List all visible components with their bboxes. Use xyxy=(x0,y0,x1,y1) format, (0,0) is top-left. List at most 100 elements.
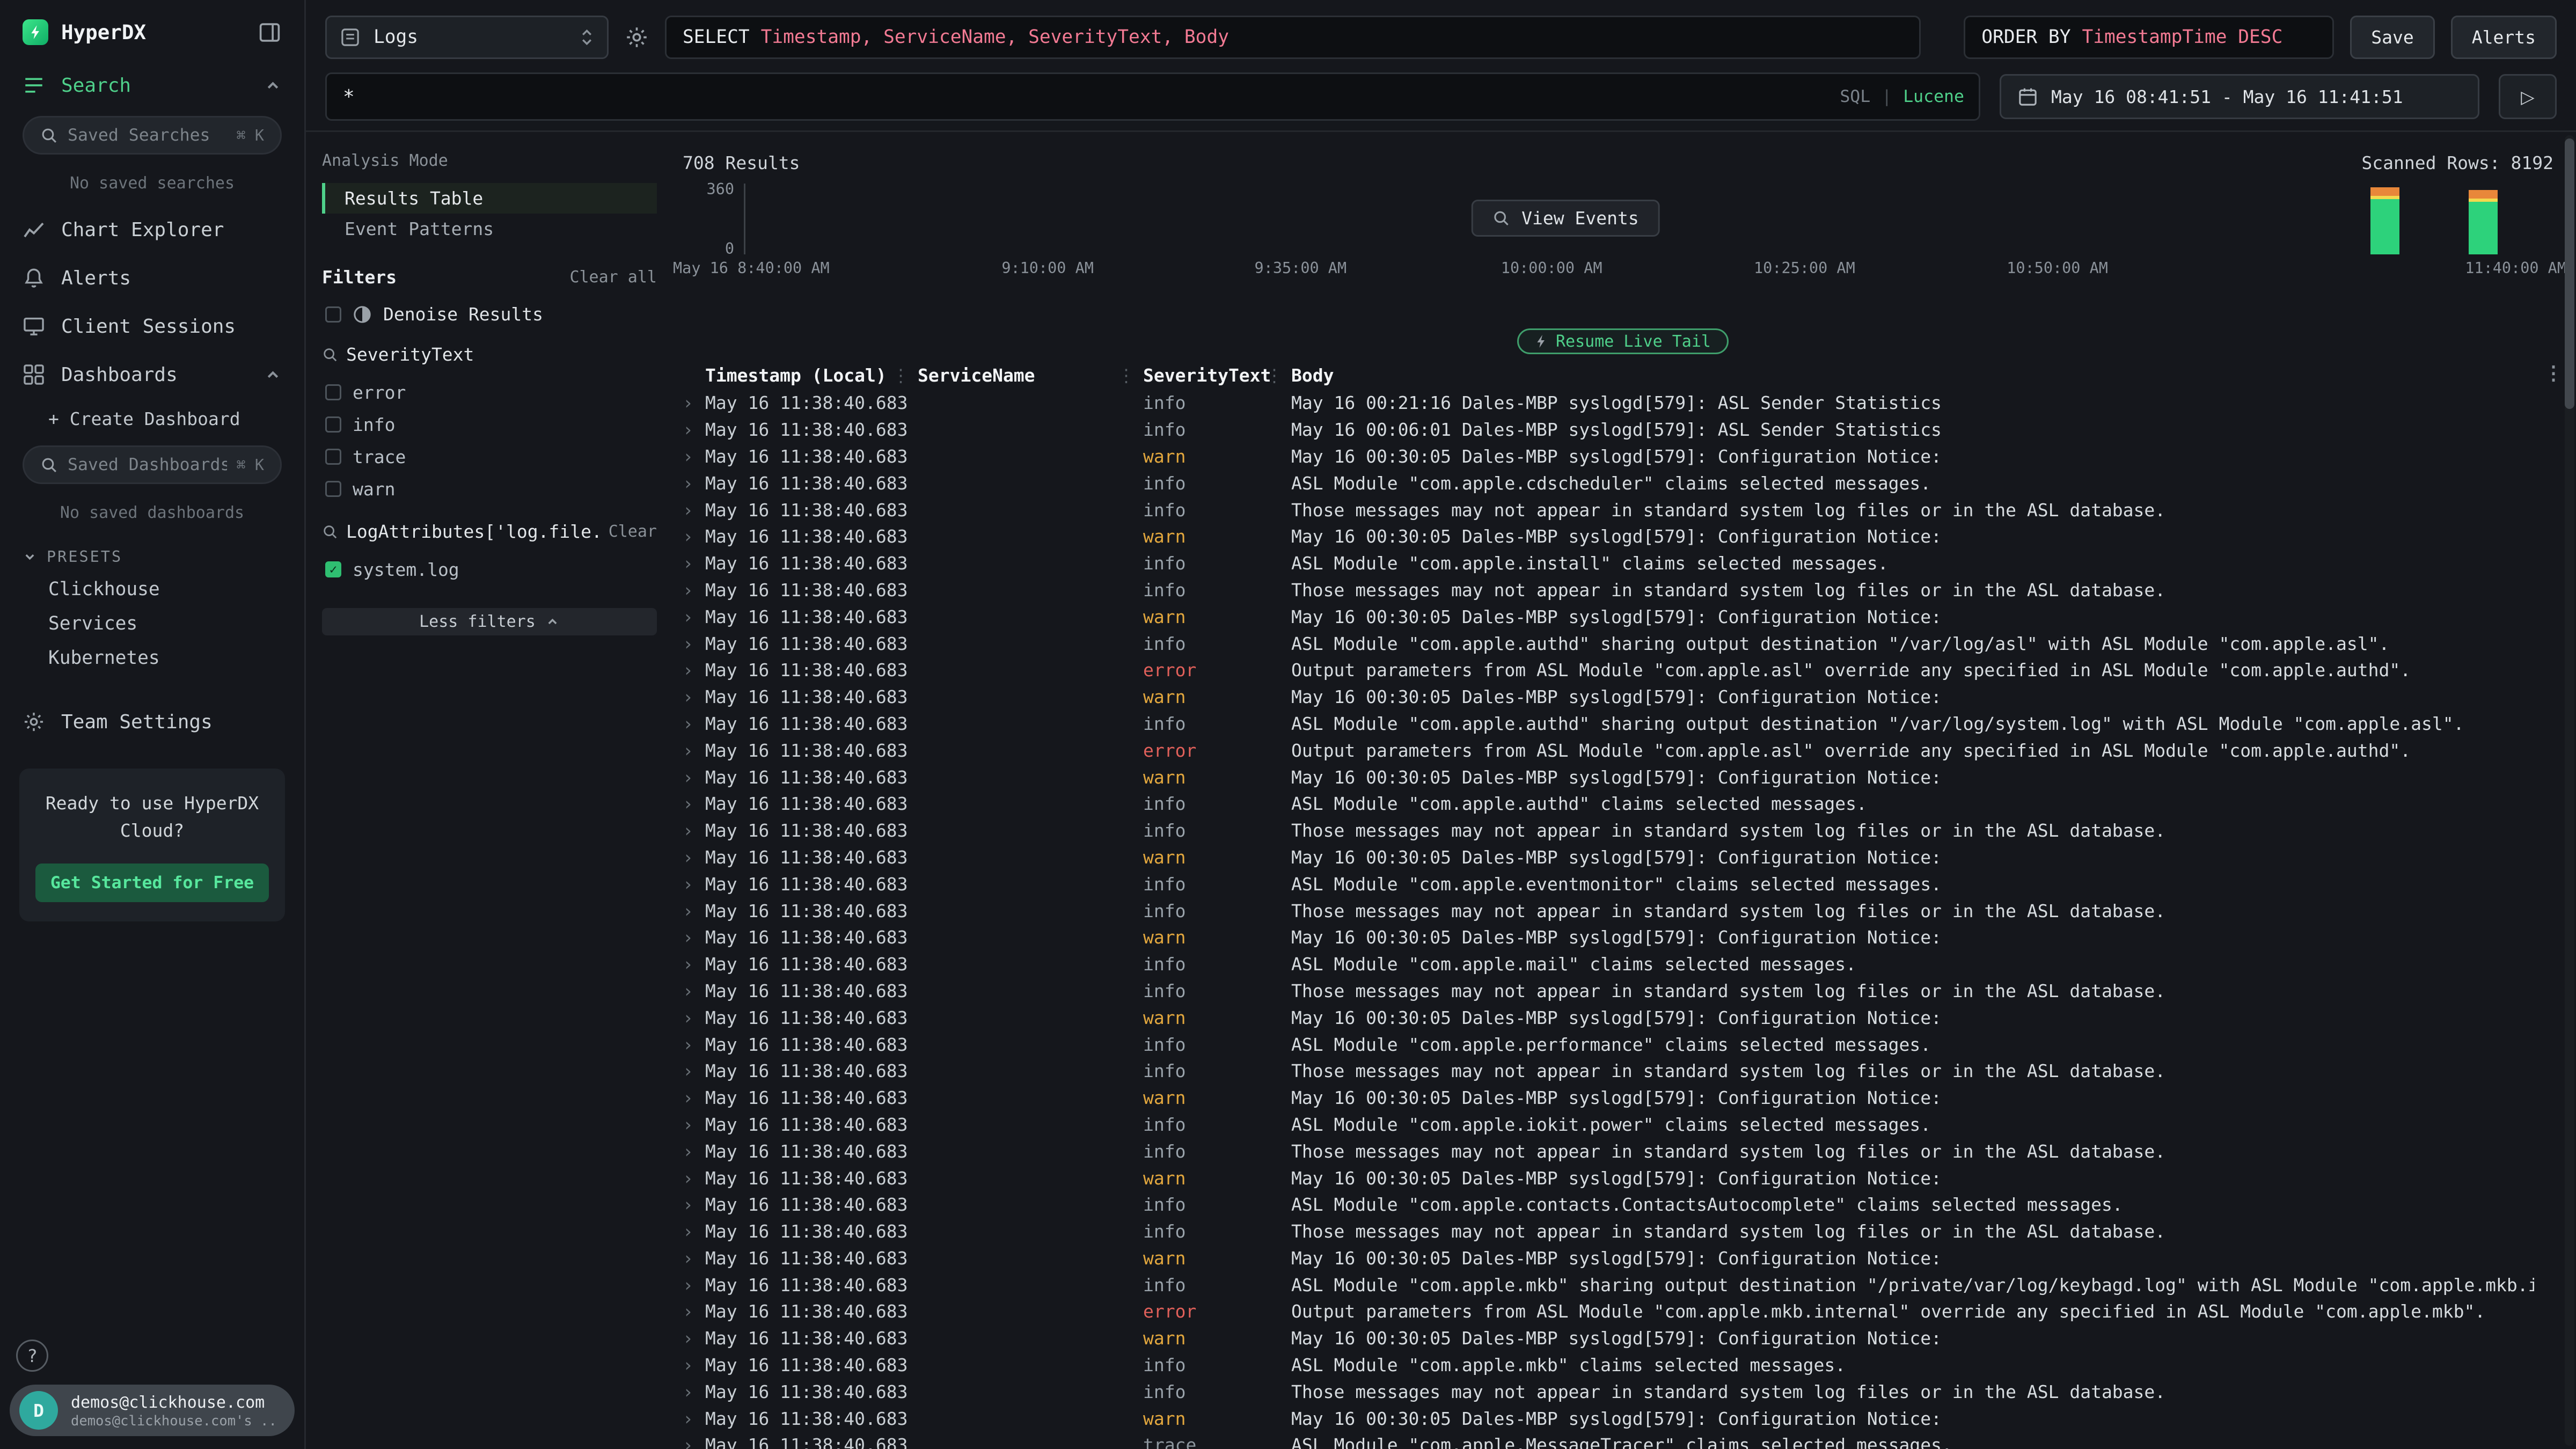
checkbox[interactable] xyxy=(325,561,341,577)
row-expand-icon[interactable]: › xyxy=(683,1221,705,1242)
alerts-button[interactable]: Alerts xyxy=(2451,16,2557,59)
log-row[interactable]: ›May 16 11:38:40.683 AMinfoASL Module "c… xyxy=(670,1111,2576,1138)
query-settings-gear-icon[interactable] xyxy=(625,25,649,49)
filter-option[interactable]: trace xyxy=(322,441,657,473)
log-row[interactable]: ›May 16 11:38:40.683 AMwarnMay 16 00:30:… xyxy=(670,1245,2576,1272)
checkbox[interactable] xyxy=(325,449,341,465)
log-row[interactable]: ›May 16 11:38:40.683 AMinfoASL Module "c… xyxy=(670,791,2576,817)
row-expand-icon[interactable]: › xyxy=(683,1141,705,1162)
log-row[interactable]: ›May 16 11:38:40.683 AMinfoASL Module "c… xyxy=(670,1031,2576,1058)
log-row[interactable]: ›May 16 11:38:40.683 AMinfoThose message… xyxy=(670,1138,2576,1165)
log-row[interactable]: ›May 16 11:38:40.683 AMinfoThose message… xyxy=(670,817,2576,844)
row-expand-icon[interactable]: › xyxy=(683,500,705,521)
preset-item[interactable]: Clickhouse xyxy=(0,572,304,606)
resume-live-tail-button[interactable]: Resume Live Tail xyxy=(1517,328,1729,354)
order-by-input[interactable]: ORDER BY TimestampTime DESC xyxy=(1964,16,2334,59)
log-row[interactable]: ›May 16 11:38:40.683 AMtraceASL Module "… xyxy=(670,1432,2576,1449)
log-row[interactable]: ›May 16 11:38:40.683 AMinfoASL Module "c… xyxy=(670,951,2576,978)
row-expand-icon[interactable]: › xyxy=(683,1275,705,1296)
row-expand-icon[interactable]: › xyxy=(683,580,705,601)
row-expand-icon[interactable]: › xyxy=(683,1355,705,1375)
row-expand-icon[interactable]: › xyxy=(683,1381,705,1402)
row-expand-icon[interactable]: › xyxy=(683,1007,705,1028)
sidebar-item-alerts[interactable]: Alerts xyxy=(0,254,304,302)
log-row[interactable]: ›May 16 11:38:40.683 AMwarnMay 16 00:30:… xyxy=(670,844,2576,871)
row-expand-icon[interactable]: › xyxy=(683,980,705,1001)
log-row[interactable]: ›May 16 11:38:40.683 AMwarnMay 16 00:30:… xyxy=(670,603,2576,630)
log-row[interactable]: ›May 16 11:38:40.683 AMerrorOutput param… xyxy=(670,737,2576,764)
mode-event-patterns[interactable]: Event Patterns xyxy=(322,214,657,244)
presets-toggle[interactable]: PRESETS xyxy=(0,535,304,572)
row-expand-icon[interactable]: › xyxy=(683,1301,705,1322)
row-expand-icon[interactable]: › xyxy=(683,740,705,761)
row-expand-icon[interactable]: › xyxy=(683,526,705,547)
chevron-up-icon[interactable] xyxy=(264,77,282,94)
log-row[interactable]: ›May 16 11:38:40.683 AMinfoThose message… xyxy=(670,496,2576,523)
log-row[interactable]: ›May 16 11:38:40.683 AMwarnMay 16 00:30:… xyxy=(670,764,2576,791)
row-expand-icon[interactable]: › xyxy=(683,954,705,975)
row-expand-icon[interactable]: › xyxy=(683,1087,705,1108)
row-expand-icon[interactable]: › xyxy=(683,686,705,707)
log-row[interactable]: ›May 16 11:38:40.683 AMinfoASL Module "c… xyxy=(670,711,2576,737)
run-query-button[interactable]: ▷ xyxy=(2499,74,2557,119)
histogram-bar[interactable] xyxy=(2469,184,2498,254)
row-expand-icon[interactable]: › xyxy=(683,1060,705,1081)
row-expand-icon[interactable]: › xyxy=(683,713,705,734)
create-dashboard-button[interactable]: + Create Dashboard xyxy=(0,399,304,439)
log-row[interactable]: ›May 16 11:38:40.683 AMinfoThose message… xyxy=(670,897,2576,924)
preset-item[interactable]: Kubernetes xyxy=(0,641,304,675)
lucene-language-option[interactable]: Lucene xyxy=(1903,87,1964,106)
log-row[interactable]: ›May 16 11:38:40.683 AMerrorOutput param… xyxy=(670,657,2576,684)
row-expand-icon[interactable]: › xyxy=(683,1248,705,1269)
row-expand-icon[interactable]: › xyxy=(683,1034,705,1055)
help-button[interactable]: ? xyxy=(16,1340,48,1372)
log-row[interactable]: ›May 16 11:38:40.683 AMinfoThose message… xyxy=(670,1378,2576,1405)
log-row[interactable]: ›May 16 11:38:40.683 AMinfoASL Module "c… xyxy=(670,630,2576,657)
save-button[interactable]: Save xyxy=(2350,16,2434,59)
log-row[interactable]: ›May 16 11:38:40.683 AMinfoThose message… xyxy=(670,978,2576,1005)
sidebar-collapse-icon[interactable] xyxy=(258,20,282,45)
log-row[interactable]: ›May 16 11:38:40.683 AMwarnMay 16 00:30:… xyxy=(670,1325,2576,1352)
row-expand-icon[interactable]: › xyxy=(683,1194,705,1215)
denoise-results-toggle[interactable]: Denoise Results xyxy=(325,304,657,325)
log-row[interactable]: ›May 16 11:38:40.683 AMinfoThose message… xyxy=(670,577,2576,604)
log-row[interactable]: ›May 16 11:38:40.683 AMinfoThose message… xyxy=(670,1218,2576,1245)
user-menu[interactable]: D demos@clickhouse.com demos@clickhouse.… xyxy=(10,1385,295,1436)
search-query-input[interactable] xyxy=(325,72,1980,121)
log-row[interactable]: ›May 16 11:38:40.683 AMinfoThose message… xyxy=(670,1058,2576,1085)
log-row[interactable]: ›May 16 11:38:40.683 AMwarnMay 16 00:30:… xyxy=(670,1085,2576,1111)
checkbox[interactable] xyxy=(325,384,341,400)
filter-option[interactable]: error xyxy=(322,376,657,408)
date-range-picker[interactable]: May 16 08:41:51 - May 16 11:41:51 xyxy=(2000,74,2479,119)
filter-option[interactable]: system.log xyxy=(322,553,657,586)
view-events-button[interactable]: View Events xyxy=(1472,200,1660,237)
row-expand-icon[interactable]: › xyxy=(683,927,705,948)
log-row[interactable]: ›May 16 11:38:40.683 AMinfoASL Module "c… xyxy=(670,1271,2576,1298)
log-row[interactable]: ›May 16 11:38:40.683 AMwarnMay 16 00:30:… xyxy=(670,1405,2576,1432)
saved-searches-input[interactable] xyxy=(68,126,227,145)
column-header-severitytext[interactable]: SeverityText xyxy=(1143,365,1291,386)
table-options-icon[interactable]: ⋮ xyxy=(2544,362,2563,384)
row-expand-icon[interactable]: › xyxy=(683,1408,705,1429)
log-row[interactable]: ›May 16 11:38:40.683 AMinfoASL Module "c… xyxy=(670,1352,2576,1379)
row-expand-icon[interactable]: › xyxy=(683,419,705,440)
sidebar-item-search[interactable]: Search xyxy=(0,61,304,109)
clear-all-filters-link[interactable]: Clear all xyxy=(569,268,657,287)
preset-item[interactable]: Services xyxy=(0,606,304,641)
sidebar-item-team-settings[interactable]: Team Settings xyxy=(0,698,304,746)
row-expand-icon[interactable]: › xyxy=(683,446,705,467)
column-header-servicename[interactable]: ServiceName xyxy=(918,365,1143,386)
filter-option[interactable]: info xyxy=(322,408,657,441)
log-row[interactable]: ›May 16 11:38:40.683 AMwarnMay 16 00:30:… xyxy=(670,1165,2576,1191)
saved-dashboards-box[interactable]: ⌘ K xyxy=(23,445,282,484)
sidebar-item-client-sessions[interactable]: Client Sessions xyxy=(0,302,304,350)
row-expand-icon[interactable]: › xyxy=(683,1168,705,1189)
less-filters-button[interactable]: Less filters xyxy=(322,608,657,635)
row-expand-icon[interactable]: › xyxy=(683,473,705,494)
checkbox[interactable] xyxy=(325,306,341,323)
row-expand-icon[interactable]: › xyxy=(683,901,705,921)
scrollbar-track[interactable] xyxy=(2565,135,2574,1446)
checkbox[interactable] xyxy=(325,416,341,433)
filter-option[interactable]: warn xyxy=(322,473,657,505)
log-row[interactable]: ›May 16 11:38:40.683 AMwarnMay 16 00:30:… xyxy=(670,684,2576,711)
